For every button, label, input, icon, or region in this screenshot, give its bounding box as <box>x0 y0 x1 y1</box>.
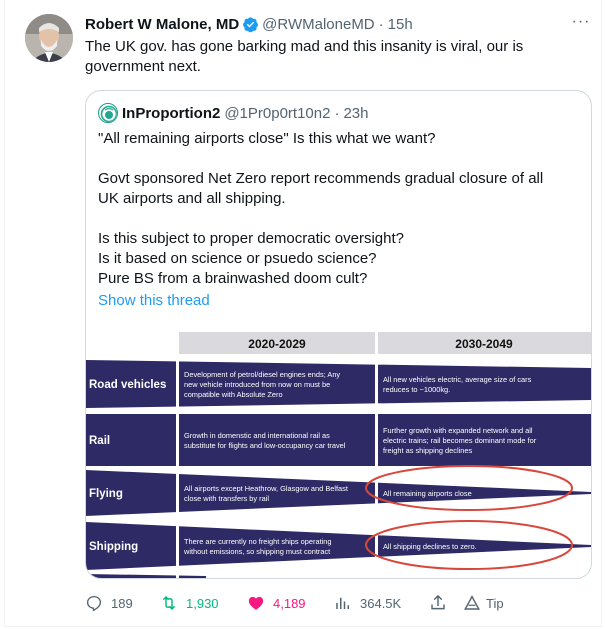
separator-dot: · <box>378 15 384 33</box>
cell-text-2020: All airports except Heathrow, Glasgow an… <box>184 484 348 493</box>
retweet-button[interactable]: 1,930 <box>160 592 219 614</box>
share-icon <box>431 594 445 610</box>
reply-icon <box>86 595 102 612</box>
quoted-text-line: Pure BS from a brainwashed doom cult? <box>98 270 368 287</box>
cell-text-2020: There are currently no freight ships ope… <box>184 537 331 546</box>
author-avatar[interactable] <box>25 14 73 62</box>
quoted-text-line: Is this subject to proper democratic ove… <box>98 230 404 247</box>
cell-text-2030: All remaining airports close <box>383 489 472 498</box>
cell-text-2020: new vehicle introduced from now on must … <box>184 380 330 389</box>
heart-icon <box>248 596 264 610</box>
author-handle[interactable]: @RWMaloneMD <box>262 16 374 33</box>
attached-image[interactable]: 2020-2029 2030-2049 Road vehicles Develop… <box>86 327 591 578</box>
quoted-text-line: Govt sponsored Net Zero report recommend… <box>98 170 544 207</box>
cell-text-2030: All shipping declines to zero. <box>383 542 477 551</box>
reply-count: 189 <box>111 595 133 611</box>
cell-text-2020: Development of petrol/diesel engines end… <box>184 370 340 379</box>
retweet-icon <box>162 595 176 611</box>
cell-text-2020: Growth in domenstic and international ra… <box>184 431 330 440</box>
column-header-2030: 2030-2049 <box>455 337 513 351</box>
row-band <box>86 574 206 578</box>
tip-icon <box>464 595 480 610</box>
cell-text-2020: without emissions, so shipping must cont… <box>183 547 330 556</box>
cell-text-2030: freight as shipping declines <box>383 446 472 455</box>
quoted-author-handle[interactable]: @1Pr0p0rt10n2 <box>224 105 330 122</box>
cell-text-2030: All new vehicles electric, average size … <box>383 375 532 384</box>
retweet-count: 1,930 <box>186 595 219 611</box>
tip-label: Tip <box>486 595 504 611</box>
quoted-author-avatar[interactable] <box>98 103 118 123</box>
cell-text-2020: compatible with Absolute Zero <box>184 390 283 399</box>
quoted-author-name[interactable]: InProportion2 <box>122 105 220 122</box>
show-thread-link[interactable]: Show this thread <box>98 292 210 309</box>
column-header-2020: 2020-2029 <box>248 337 306 351</box>
analytics-icon <box>336 597 349 609</box>
tweet-text: The UK gov. has gone barking mad and thi… <box>85 38 524 75</box>
quoted-text-line: Is it based on science or psuedo science… <box>98 250 377 267</box>
row-label: Rail <box>89 435 110 447</box>
tweet-header: Robert W Malone, MD @RWMaloneMD · 15h <box>85 14 413 34</box>
action-bar: 189 1,930 4,189 364.5K Tip <box>85 592 585 614</box>
quoted-tweet-header: InProportion2 @1Pr0p0rt10n2 · 23h <box>98 103 369 123</box>
share-button[interactable] <box>429 592 455 614</box>
row-band <box>86 470 591 516</box>
quoted-tweet-time[interactable]: 23h <box>343 105 368 122</box>
tip-button[interactable]: Tip <box>463 592 504 614</box>
cell-text-2030: electric trains; rail becomes dominant m… <box>383 436 537 445</box>
view-count: 364.5K <box>360 595 402 611</box>
author-name[interactable]: Robert W Malone, MD <box>85 16 239 33</box>
row-label: Flying <box>89 488 123 500</box>
quoted-tweet-text: "All remaining airports close" Is this w… <box>98 129 568 289</box>
like-count: 4,189 <box>273 595 306 611</box>
reply-button[interactable]: 189 <box>85 592 133 614</box>
cell-text-2030: reduces to ~1000kg. <box>383 385 450 394</box>
policy-table-image: 2020-2029 2030-2049 Road vehicles Develop… <box>86 327 591 578</box>
quoted-tweet[interactable]: InProportion2 @1Pr0p0rt10n2 · 23h "All r… <box>85 90 592 579</box>
more-options-icon[interactable]: ··· <box>571 14 591 35</box>
views-button[interactable]: 364.5K <box>334 592 401 614</box>
cell-text-2020: substitute for flights and low-occupancy… <box>184 441 346 450</box>
cell-text-2030: Further growth with expanded network and… <box>383 426 533 435</box>
row-label: Shipping <box>89 541 138 553</box>
like-button[interactable]: 4,189 <box>247 592 306 614</box>
row-band <box>86 522 591 570</box>
row-label: Road vehicles <box>89 379 166 391</box>
tweet-time[interactable]: 15h <box>388 16 413 33</box>
cell-text-2020: close with transfers by rail <box>184 494 269 503</box>
quoted-text-line: "All remaining airports close" Is this w… <box>98 130 436 147</box>
verified-badge-icon <box>243 16 259 32</box>
tweet-card[interactable]: Robert W Malone, MD @RWMaloneMD · 15h ··… <box>4 0 602 627</box>
separator-dot: · <box>334 104 340 122</box>
